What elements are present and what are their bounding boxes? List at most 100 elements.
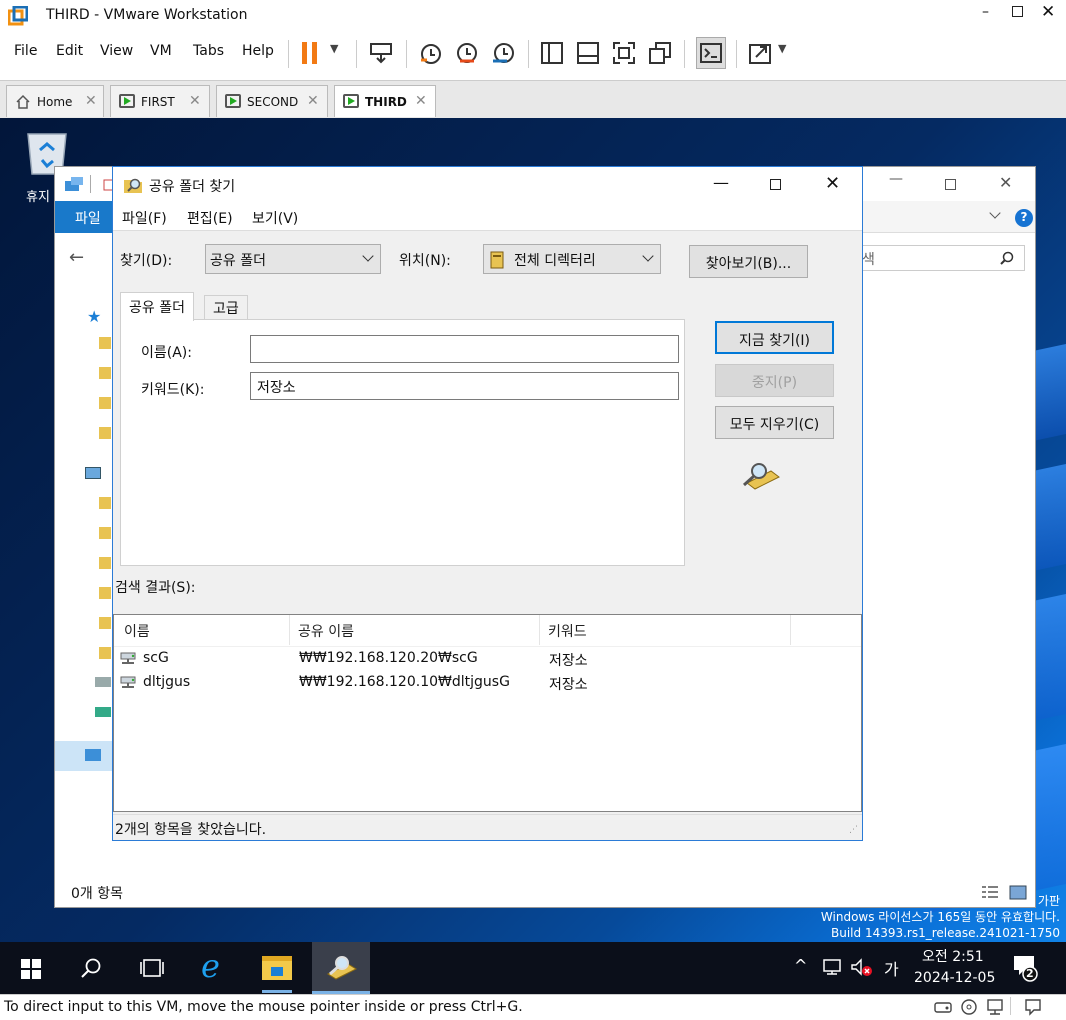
location-combo[interactable]: 전체 디렉터리	[483, 244, 661, 274]
ime-indicator[interactable]: 가	[884, 956, 899, 980]
minimize-button[interactable]: –	[982, 4, 989, 20]
find-shared-folders-dialog[interactable]: 공유 폴더 찾기 — ✕ 파일(F) 편집(E) 보기(V) 찾기(D): 공유…	[112, 166, 863, 841]
menu-tabs[interactable]: Tabs	[193, 43, 224, 59]
explorer-minimize-button[interactable]: —	[889, 171, 903, 187]
message-log-icon[interactable]	[1024, 998, 1044, 1016]
explorer-close-button[interactable]: ✕	[999, 173, 1012, 192]
clear-all-button[interactable]: 모두 지우기(C)	[715, 406, 834, 439]
menu-view[interactable]: View	[100, 43, 133, 59]
send-ctrl-alt-del-icon[interactable]	[368, 40, 394, 66]
name-input[interactable]	[250, 335, 679, 363]
close-tab-icon[interactable]: ✕	[415, 93, 427, 109]
dialog-close-button[interactable]: ✕	[825, 173, 840, 194]
find-now-button[interactable]: 지금 찾기(I)	[715, 321, 834, 354]
folder-icon[interactable]	[99, 527, 111, 539]
clock-date[interactable]: 2024-12-05	[914, 970, 995, 986]
folder-icon[interactable]	[99, 427, 111, 439]
windows-start-icon[interactable]	[20, 958, 42, 980]
internet-explorer-icon[interactable]: e	[201, 947, 220, 985]
tab-third[interactable]: THIRD ✕	[334, 85, 436, 117]
close-tab-icon[interactable]: ✕	[307, 93, 319, 109]
column-divider[interactable]	[289, 615, 290, 645]
dialog-menu-view[interactable]: 보기(V)	[252, 208, 298, 228]
back-arrow-icon[interactable]: ←	[69, 247, 84, 268]
drive-icon[interactable]	[95, 707, 111, 717]
column-share-name[interactable]: 공유 이름	[298, 621, 354, 641]
dialog-menu-file[interactable]: 파일(F)	[122, 208, 167, 228]
stop-button[interactable]: 중지(P)	[715, 364, 834, 397]
network-adapter-icon[interactable]	[986, 998, 1006, 1016]
thumbnail-bar-icon[interactable]	[576, 41, 600, 65]
snapshot-manager-icon[interactable]	[490, 40, 516, 66]
explorer-search-box[interactable]: 색	[857, 245, 1025, 271]
folder-icon[interactable]	[99, 367, 111, 379]
find-type-combo[interactable]: 공유 폴더	[205, 244, 381, 274]
clock-time[interactable]: 오전 2:51	[922, 946, 984, 966]
drive-icon[interactable]	[95, 677, 111, 687]
folder-icon[interactable]	[99, 397, 111, 409]
folder-icon[interactable]	[99, 557, 111, 569]
column-divider[interactable]	[539, 615, 540, 645]
file-explorer-taskbar-icon[interactable]	[262, 956, 292, 980]
column-divider[interactable]	[790, 615, 791, 645]
tab-home[interactable]: Home ✕	[6, 85, 104, 117]
tab-second[interactable]: SECOND ✕	[216, 85, 328, 117]
menu-edit[interactable]: Edit	[56, 43, 83, 59]
table-row[interactable]: scG ₩₩192.168.120.20₩scG 저장소	[119, 649, 819, 671]
cd-drive-icon[interactable]	[960, 998, 980, 1016]
dialog-menu-edit[interactable]: 편집(E)	[187, 208, 233, 228]
snapshot-icon[interactable]	[418, 40, 444, 66]
unity-icon[interactable]	[648, 41, 672, 65]
close-tab-icon[interactable]: ✕	[189, 93, 201, 109]
full-screen-icon[interactable]	[612, 41, 636, 65]
stretch-guest-icon[interactable]	[748, 41, 772, 65]
explorer-maximize-button[interactable]	[945, 179, 956, 190]
search-icon[interactable]	[80, 957, 102, 979]
pause-dropdown-icon[interactable]: ▼	[330, 42, 338, 55]
task-view-icon[interactable]	[139, 957, 165, 979]
volume-muted-icon[interactable]	[850, 958, 874, 978]
folder-icon[interactable]	[99, 647, 111, 659]
browse-button[interactable]: 찾아보기(B)...	[689, 245, 808, 278]
folder-icon[interactable]	[99, 497, 111, 509]
this-pc-icon[interactable]	[85, 467, 101, 479]
tab-shared-folders[interactable]: 공유 폴더	[120, 292, 194, 321]
pause-icon[interactable]	[302, 42, 318, 64]
keyword-input[interactable]: 저장소	[250, 372, 679, 400]
results-list[interactable]: 이름 공유 이름 키워드 scG ₩₩192.168.120.20₩scG 저장…	[113, 614, 862, 812]
show-library-icon[interactable]	[540, 41, 564, 65]
help-icon[interactable]: ?	[1015, 209, 1033, 227]
results-header: 이름 공유 이름 키워드	[114, 615, 861, 647]
dialog-minimize-button[interactable]: —	[713, 173, 729, 192]
resize-grip-icon[interactable]: ⋰	[849, 825, 858, 835]
tab-first[interactable]: FIRST ✕	[110, 85, 210, 117]
folder-icon[interactable]	[99, 337, 111, 349]
action-center-icon[interactable]	[1012, 954, 1038, 982]
close-tab-icon[interactable]: ✕	[85, 93, 97, 109]
hard-disk-icon[interactable]	[934, 999, 952, 1015]
folder-icon[interactable]	[99, 617, 111, 629]
console-view-button[interactable]	[696, 37, 726, 69]
network-nav-item[interactable]	[55, 741, 115, 771]
menu-vm[interactable]: VM	[150, 43, 172, 59]
keyword-label: 키워드(K):	[141, 382, 205, 398]
quick-access-star-icon[interactable]: ★	[87, 307, 101, 326]
maximize-button[interactable]	[1012, 6, 1023, 17]
menu-help[interactable]: Help	[242, 43, 274, 59]
toolbar-divider	[684, 40, 685, 68]
column-keyword[interactable]: 키워드	[548, 621, 587, 641]
chevron-up-icon[interactable]: ^	[794, 956, 807, 975]
tab-advanced[interactable]: 고급	[204, 295, 248, 320]
shared-folder-icon	[120, 652, 136, 664]
column-name[interactable]: 이름	[124, 621, 150, 641]
menu-file[interactable]: File	[14, 43, 37, 59]
network-tray-icon[interactable]	[822, 958, 844, 976]
dialog-maximize-button[interactable]	[770, 179, 781, 190]
stretch-dropdown-icon[interactable]: ▼	[778, 42, 786, 55]
find-folders-taskbar-button[interactable]	[312, 942, 370, 994]
table-row[interactable]: dltjgus ₩₩192.168.120.10₩dltjgusG 저장소	[119, 673, 819, 695]
revert-snapshot-icon[interactable]	[454, 40, 480, 66]
folder-icon[interactable]	[99, 587, 111, 599]
ribbon-expand-icon[interactable]	[989, 207, 1001, 219]
close-button[interactable]: ✕	[1041, 2, 1055, 22]
